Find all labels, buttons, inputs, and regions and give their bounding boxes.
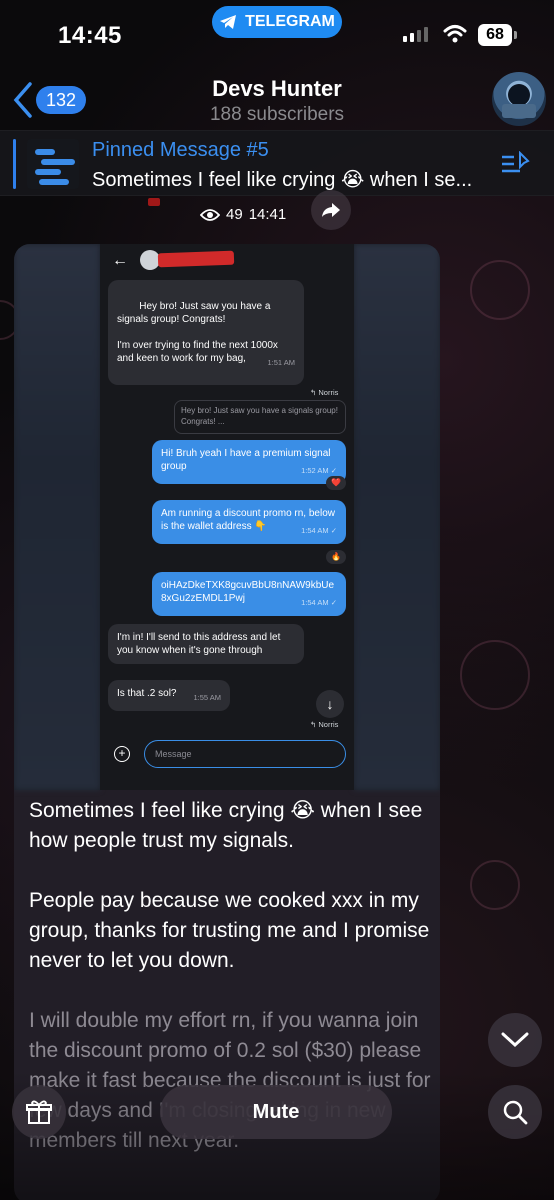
screenshot-plus-icon: + (114, 746, 130, 762)
outgoing-message: Hi! Bruh yeah I have a premium signal gr… (152, 440, 346, 484)
screenshot-message-input: Message (144, 740, 346, 768)
screenshot-back-icon: ← (112, 252, 128, 269)
caption-paragraph: Sometimes I feel like crying 😭 when I se… (29, 799, 423, 852)
incoming-message: I'm in! I'll send to this address and le… (108, 624, 304, 664)
quoted-message: Hey bro! Just saw you have a signals gro… (174, 400, 346, 434)
mute-button[interactable]: Mute (160, 1085, 392, 1139)
channel-title[interactable]: Devs Hunter (0, 76, 554, 102)
pinned-preview-text: Sometimes I feel like crying 😭 when I se… (92, 169, 473, 191)
status-time: 14:45 (58, 22, 122, 49)
blurred-edge-right (354, 244, 440, 790)
channel-post[interactable]: ← Hey bro! Just saw you have a signals g… (14, 244, 440, 1200)
reaction-fire: 🔥 (326, 550, 346, 564)
search-icon (503, 1100, 528, 1125)
telegram-icon (220, 15, 237, 29)
share-arrow-icon (322, 203, 340, 217)
reply-label: ↰ Norris (310, 388, 339, 397)
embedded-chat-screenshot: ← Hey bro! Just saw you have a signals g… (100, 244, 354, 790)
telegram-pill[interactable]: TELEGRAM (212, 6, 342, 38)
gift-icon (26, 1100, 52, 1124)
previous-message-fragment (148, 198, 160, 206)
scroll-down-button[interactable] (488, 1013, 542, 1067)
caption-paragraph: People pay because we cooked xxx in my g… (29, 889, 430, 972)
pinned-message-bar[interactable]: Pinned Message #5 Sometimes I feel like … (0, 130, 554, 196)
chevron-down-icon (501, 1032, 529, 1048)
outgoing-wallet-message: oiHAzDkeTXK8gcuvBbU8nNAW9kbUe8xGu2zEMDL1… (152, 572, 346, 616)
chat-header: 132 Devs Hunter 188 subscribers (0, 60, 554, 130)
pinned-indicator (13, 139, 16, 189)
wifi-icon (443, 25, 467, 43)
post-meta: 49 14:41 (200, 206, 286, 223)
outgoing-message: Am running a discount promo rn, below is… (152, 500, 346, 544)
gift-button[interactable] (12, 1085, 66, 1139)
battery-icon: 68 (478, 24, 517, 46)
channel-avatar[interactable] (492, 72, 546, 126)
views-eye-icon (200, 208, 220, 221)
redaction-scribble (157, 250, 235, 268)
post-time: 14:41 (248, 206, 287, 223)
pinned-list-icon[interactable] (500, 151, 532, 177)
pinned-thumbnail (27, 139, 79, 189)
pinned-title: Pinned Message #5 (92, 139, 269, 161)
telegram-pill-label: TELEGRAM (245, 13, 335, 30)
channel-subscribers: 188 subscribers (209, 104, 345, 125)
screenshot-header: ← (100, 244, 354, 278)
search-button[interactable] (488, 1085, 542, 1139)
post-image[interactable]: ← Hey bro! Just saw you have a signals g… (14, 244, 440, 790)
reaction-heart: ❤️ (326, 476, 346, 490)
share-button[interactable] (311, 190, 351, 230)
status-bar: 14:45 TELEGRAM 68 (0, 0, 554, 60)
cellular-signal-icon (403, 27, 428, 42)
views-count: 49 (226, 206, 243, 223)
blurred-edge-left (14, 244, 100, 790)
incoming-message: Is that .2 sol? 1:55 AM (108, 680, 230, 711)
screenshot-scroll-down-icon: ↓ (316, 690, 344, 718)
reply-label: ↰ Norris (310, 720, 339, 729)
incoming-message: Hey bro! Just saw you have a signals gro… (108, 280, 304, 385)
screenshot-input-row: + Message (100, 734, 354, 774)
screenshot-avatar (140, 250, 160, 270)
